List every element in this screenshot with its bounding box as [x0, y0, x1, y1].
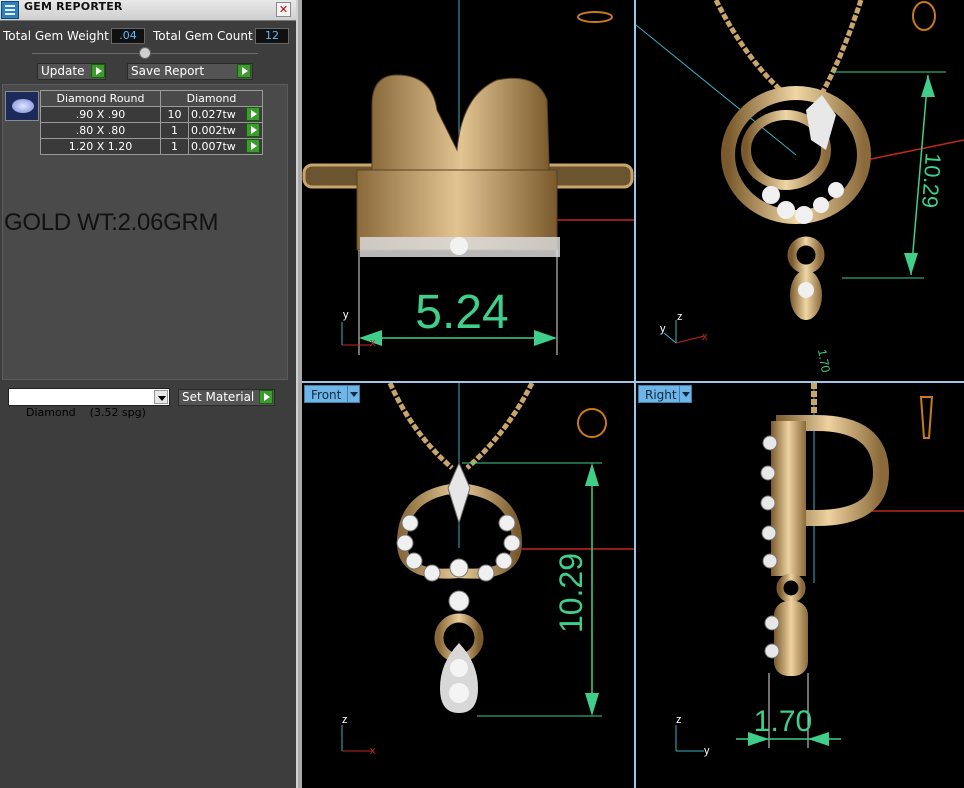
dimension-depth: 1.70: [815, 348, 833, 374]
viewport-top-left[interactable]: 5.24 y x: [302, 0, 634, 381]
material-select-value: Diamond (3.52 spg): [26, 406, 146, 419]
save-report-button[interactable]: Save Report: [127, 63, 253, 80]
row-select-icon[interactable]: [246, 107, 260, 121]
chevron-down-icon[interactable]: [679, 386, 691, 402]
viewport-bottom-right[interactable]: 1.70 z y Right: [636, 383, 964, 788]
material-select[interactable]: Diamond (3.52 spg): [8, 388, 170, 419]
axis-y-label: y: [704, 745, 710, 757]
side-ring-icon: [919, 396, 934, 439]
table-row[interactable]: .80 X .80 1 0.002tw: [40, 122, 263, 139]
axis-x-label: x: [370, 337, 376, 349]
gem-type-header: Diamond: [160, 90, 263, 107]
axis-z-label: z: [342, 714, 348, 726]
viewport-top-right[interactable]: 10.29 1.70 z y x: [636, 0, 964, 381]
gem-table-header: Diamond Round Diamond: [40, 90, 263, 107]
gem-reporter-panel: GEM REPORTER ✕ Total Gem Weight .04 Tota…: [0, 0, 296, 788]
dimension-height: 10.29: [917, 152, 946, 209]
gem-size-cell: .80 X .80: [40, 122, 161, 139]
window-title: GEM REPORTER: [24, 0, 123, 13]
gem-count-cell: 1: [160, 122, 189, 139]
viewport-bottom-right-render: 1.70 z y: [675, 383, 964, 757]
round-diamond-icon[interactable]: [5, 91, 39, 121]
perspective-ring-icon: [912, 1, 936, 31]
gem-size-cell: .90 X .90: [40, 106, 161, 123]
set-material-button-label: Set Material: [182, 390, 255, 404]
row-select-icon[interactable]: [246, 139, 260, 153]
chevron-down-icon[interactable]: [154, 390, 168, 404]
total-gem-count-value: 12: [255, 28, 289, 44]
update-button-label: Update: [41, 64, 85, 78]
gem-reporter-app-icon: [1, 1, 19, 19]
set-material-go-icon[interactable]: [259, 390, 273, 404]
row-select-icon[interactable]: [246, 123, 260, 137]
gem-shape-header: Diamond Round: [40, 90, 161, 107]
viewport-top-right-render: 10.29 1.70 z y x: [636, 0, 964, 374]
viewport-splitter-horizontal[interactable]: [302, 381, 964, 383]
axis-y-label: y: [343, 309, 349, 321]
table-row[interactable]: .90 X .90 10 0.027tw: [40, 106, 263, 123]
gem-count-cell: 10: [160, 106, 189, 123]
gem-weight-text: 0.027tw: [191, 107, 236, 121]
dimension-depth: 1.70: [754, 705, 812, 738]
gem-count-cell: 1: [160, 138, 189, 155]
save-report-go-icon[interactable]: [237, 64, 251, 78]
viewport-label-text: Front: [311, 388, 342, 402]
total-gem-weight-value: .04: [111, 28, 145, 44]
axis-x-label: x: [370, 745, 376, 757]
table-row[interactable]: 1.20 X 1.20 1 0.007tw: [40, 138, 263, 155]
dimension-height: 10.29: [553, 553, 589, 633]
gem-weight-text: 0.002tw: [191, 123, 236, 137]
axis-z-label: z: [677, 311, 683, 323]
viewport-label-text: Right: [645, 388, 677, 402]
viewport-label-right[interactable]: Right: [638, 385, 692, 403]
dimension-width: 5.24: [415, 286, 508, 339]
update-go-icon[interactable]: [91, 64, 105, 78]
axis-z-label: z: [676, 714, 682, 726]
save-report-button-label: Save Report: [131, 64, 205, 78]
close-icon[interactable]: ✕: [276, 2, 291, 17]
gem-weight-text: 0.007tw: [191, 139, 236, 153]
viewport-top-left-render: 5.24 y x: [302, 0, 634, 355]
chevron-down-icon[interactable]: [347, 386, 359, 402]
gem-table: Diamond Round Diamond .90 X .90 10 0.027…: [40, 90, 263, 155]
splitter-handle-icon[interactable]: [139, 47, 151, 59]
window-titlebar[interactable]: GEM REPORTER ✕: [0, 0, 296, 21]
viewport-splitter-vertical[interactable]: [634, 0, 636, 788]
front-ring-icon: [577, 408, 607, 438]
gold-weight-note: GOLD WT:2.06GRM: [4, 209, 219, 236]
total-gem-weight-label: Total Gem Weight: [3, 29, 109, 43]
viewport-bottom-left-render: 10.29 z x: [341, 383, 634, 757]
viewport-bottom-left[interactable]: 10.29 z x Front: [302, 383, 634, 788]
total-gem-count-label: Total Gem Count: [153, 29, 253, 43]
axis-y-label: y: [660, 323, 666, 335]
gem-size-cell: 1.20 X 1.20: [40, 138, 161, 155]
viewport-label-front[interactable]: Front: [304, 385, 360, 403]
top-view-ring-icon: [577, 11, 613, 23]
axis-x-label: x: [702, 331, 708, 343]
